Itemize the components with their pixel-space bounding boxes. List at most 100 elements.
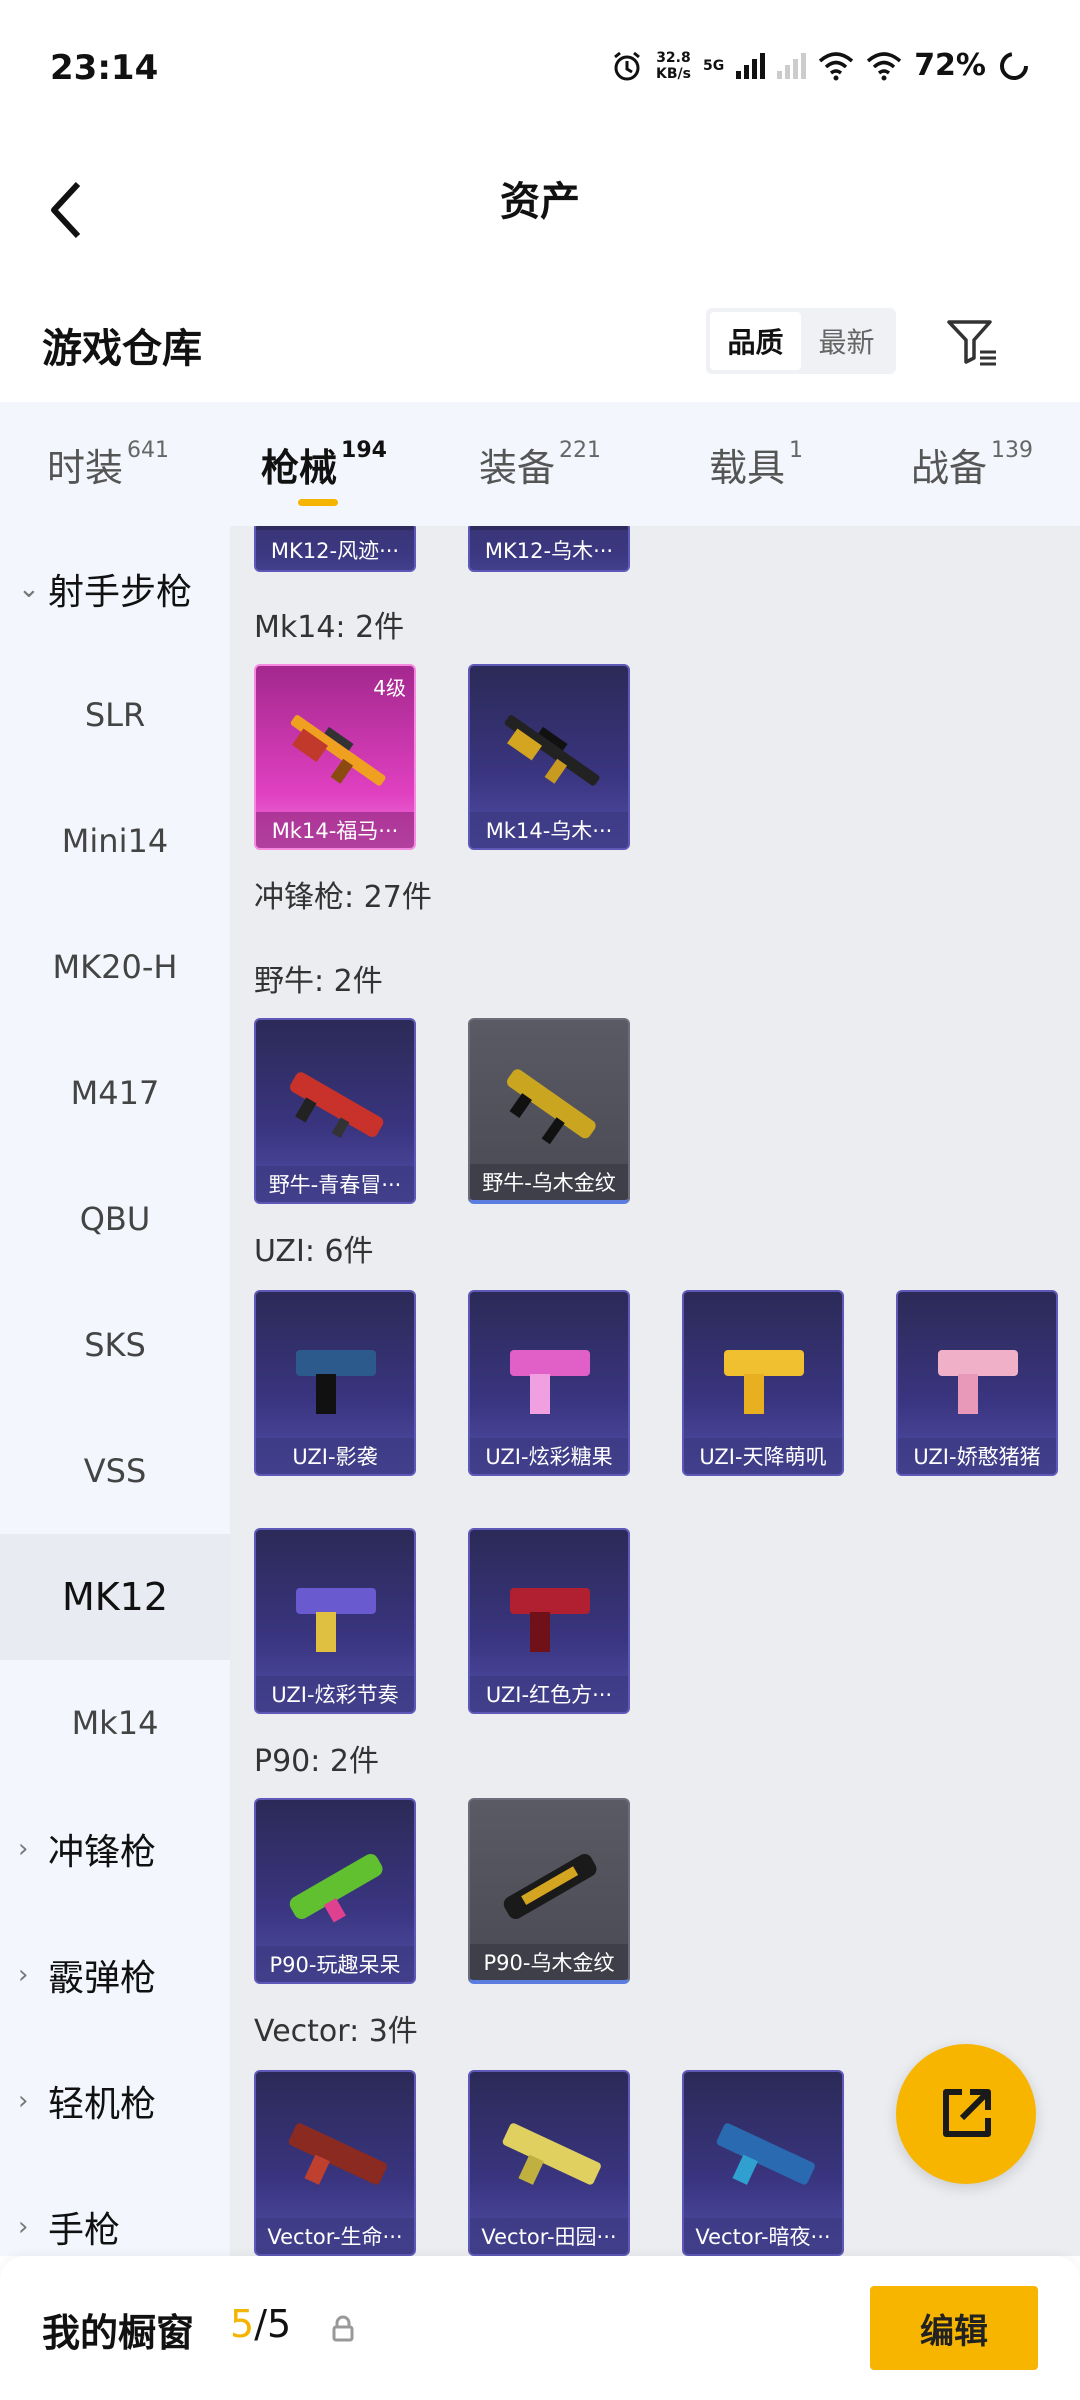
sidebar-item-mini14[interactable]: Mini14 (0, 778, 230, 904)
skin-card[interactable]: UZI-炫彩节奏 (254, 1528, 416, 1714)
skin-card[interactable]: Vector-暗夜··· (682, 2070, 844, 2256)
status-bar: 23:14 32.8 KB/s 5G 72% (0, 0, 1080, 140)
showcase-count: 5/5 (230, 2302, 292, 2346)
sidebar-item-sks[interactable]: SKS (0, 1282, 230, 1408)
skin-name: Mk14-乌木··· (470, 812, 628, 848)
filter-icon (947, 320, 996, 366)
sidebar-group-marksman[interactable]: ⌄ 射手步枪 (0, 526, 230, 652)
skin-card[interactable]: MK12-乌木··· (468, 526, 630, 572)
skin-card[interactable]: 4级 Mk14-福马··· (254, 664, 416, 850)
skin-name: Vector-暗夜··· (684, 2218, 842, 2254)
section-label: Vector: 3件 (254, 2014, 418, 2049)
pistol-icon (724, 1350, 804, 1414)
sidebar-item-mk20h[interactable]: MK20-H (0, 904, 230, 1030)
section-label: 冲锋枪: 27件 (254, 880, 432, 915)
smg-icon (288, 2123, 387, 2185)
level-badge: 4级 (373, 676, 406, 700)
skin-card[interactable]: UZI-炫彩糖果 (468, 1290, 630, 1476)
wifi-icon (819, 51, 854, 80)
chevron-right-icon: › (18, 2212, 29, 2242)
skin-card[interactable]: UZI-影袭 (254, 1290, 416, 1476)
status-time: 23:14 (50, 48, 159, 88)
battery-icon (1000, 51, 1028, 80)
sidebar-group-smg[interactable]: › 冲锋枪 (0, 1786, 230, 1912)
pistol-icon (510, 1350, 590, 1414)
smg-icon (289, 1854, 383, 1923)
weapon-grid: MK12-风迹··· MK12-乌木··· Mk14: 2件 4级 Mk14-福… (230, 526, 1080, 2256)
skin-name: Mk14-福马··· (256, 812, 414, 848)
skin-name: 野牛-乌木金纹 (470, 1164, 628, 1200)
alarm-icon (614, 51, 640, 80)
status-icons: 32.8 KB/s 5G 72% (610, 48, 1030, 83)
sidebar-item-mk14[interactable]: Mk14 (0, 1660, 230, 1786)
section-label: 野牛: 2件 (254, 964, 383, 999)
sort-quality-button[interactable]: 品质 (710, 312, 801, 370)
smg-icon (502, 2123, 601, 2185)
signal-icon-2 (777, 52, 807, 79)
app-header: 资产 (0, 140, 1080, 290)
tab-guns[interactable]: 枪械 194 (216, 402, 432, 526)
filter-button[interactable] (940, 310, 1004, 374)
skin-name: 野牛-青春冒··· (256, 1166, 414, 1202)
skin-name: UZI-炫彩节奏 (256, 1676, 414, 1712)
skin-card[interactable]: Mk14-乌木··· (468, 664, 630, 850)
signal-icon (736, 52, 766, 79)
net-speed: 32.8 KB/s (655, 49, 691, 82)
skin-card[interactable]: MK12-风迹··· (254, 526, 416, 572)
skin-name: P90-乌木金纹 (470, 1944, 628, 1980)
showcase-bar: 我的橱窗 5/5 编辑 (0, 2256, 1080, 2400)
smg-icon (503, 1854, 597, 1919)
pistol-icon (510, 1588, 590, 1652)
lock-icon (332, 2315, 354, 2342)
skin-name: UZI-娇憨猪猪 (898, 1438, 1056, 1474)
skin-name: Vector-田园··· (470, 2218, 628, 2254)
sidebar-item-mk12[interactable]: MK12 (0, 1534, 230, 1660)
skin-card[interactable]: 野牛-青春冒··· (254, 1018, 416, 1204)
skin-card[interactable]: 野牛-乌木金纹 (468, 1018, 630, 1204)
rifle-icon (290, 715, 386, 786)
skin-card[interactable]: UZI-天降萌叽 (682, 1290, 844, 1476)
skin-name: Vector-生命··· (256, 2218, 414, 2254)
skin-card[interactable]: UZI-娇憨猪猪 (896, 1290, 1058, 1476)
section-label: UZI: 6件 (254, 1234, 374, 1269)
sort-newest-button[interactable]: 最新 (801, 312, 892, 370)
chevron-right-icon: › (18, 1960, 29, 1990)
sidebar-group-lmg[interactable]: › 轻机枪 (0, 2038, 230, 2164)
battery-percent: 72% (914, 48, 986, 83)
chevron-down-icon: ⌄ (18, 574, 40, 604)
skin-name: UZI-天降萌叽 (684, 1438, 842, 1474)
sidebar-group-shotgun[interactable]: › 霰弹枪 (0, 1912, 230, 2038)
page-title: 资产 (500, 179, 580, 225)
sidebar-item-vss[interactable]: VSS (0, 1408, 230, 1534)
chevron-right-icon: › (18, 1834, 29, 1864)
smg-icon (506, 1069, 596, 1145)
edit-button[interactable]: 编辑 (870, 2286, 1038, 2370)
skin-card[interactable]: P90-玩趣呆呆 (254, 1798, 416, 1984)
sidebar-group-pistol[interactable]: › 手枪 (0, 2164, 230, 2256)
skin-card[interactable]: P90-乌木金纹 (468, 1798, 630, 1984)
skin-name: UZI-炫彩糖果 (470, 1438, 628, 1474)
warehouse-title: 游戏仓库 (42, 326, 202, 372)
warehouse-header: 游戏仓库 品质 最新 (0, 290, 1080, 402)
pistol-icon (938, 1350, 1018, 1414)
skin-card[interactable]: UZI-红色方··· (468, 1528, 630, 1714)
tab-battle-gear[interactable]: 战备 139 (864, 402, 1080, 526)
tab-vehicles[interactable]: 载具 1 (648, 402, 864, 526)
category-tabs: 时装 641 枪械 194 装备 221 载具 1 战备 139 (0, 402, 1080, 526)
pistol-icon (296, 1350, 376, 1414)
skin-name: P90-玩趣呆呆 (256, 1946, 414, 1982)
tab-equipment[interactable]: 装备 221 (432, 402, 648, 526)
skin-card[interactable]: Vector-生命··· (254, 2070, 416, 2256)
skin-name: UZI-影袭 (256, 1438, 414, 1474)
rifle-icon (504, 715, 600, 786)
showcase-title: 我的橱窗 (42, 2311, 195, 2355)
sidebar-item-m417[interactable]: M417 (0, 1030, 230, 1156)
skin-card[interactable]: Vector-田园··· (468, 2070, 630, 2256)
smg-icon (290, 1072, 384, 1139)
share-icon (943, 2089, 991, 2137)
tab-outfits[interactable]: 时装 641 (0, 402, 216, 526)
section-label: Mk14: 2件 (254, 610, 405, 645)
share-button[interactable] (896, 2044, 1036, 2184)
sidebar-item-qbu[interactable]: QBU (0, 1156, 230, 1282)
sidebar-item-slr[interactable]: SLR (0, 652, 230, 778)
